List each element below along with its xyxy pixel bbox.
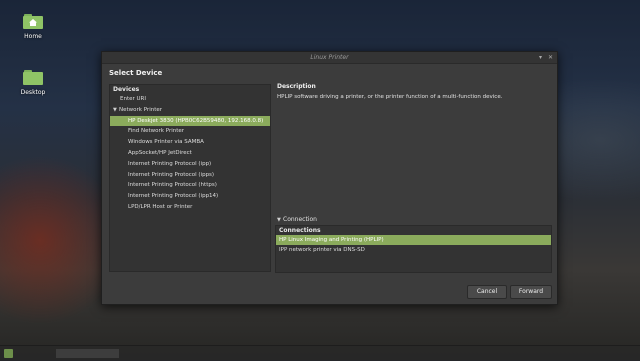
connection-label: HP Linux Imaging and Printing (HPLIP) [279, 237, 384, 243]
forward-button[interactable]: Forward [510, 285, 552, 299]
device-label: AppSocket/HP JetDirect [128, 149, 192, 156]
device-label: Windows Printer via SAMBA [128, 139, 204, 146]
connection-toggle-label: Connection [283, 216, 317, 223]
connections-heading: Connections [279, 227, 321, 234]
description-heading: Description [277, 83, 316, 90]
device-item-ipp[interactable]: Internet Printing Protocol (ipp) [110, 159, 270, 170]
device-item-samba[interactable]: Windows Printer via SAMBA [110, 137, 270, 148]
menu-icon[interactable] [4, 349, 13, 358]
connection-item-hplip[interactable]: HP Linux Imaging and Printing (HPLIP) [276, 235, 551, 245]
device-item-lpd[interactable]: LPD/LPR Host or Printer [110, 202, 270, 213]
desktop-icon-home[interactable]: Home [13, 14, 53, 40]
desktop-icon-label: Home [24, 33, 42, 40]
device-label: Network Printer [119, 106, 163, 113]
device-item-find-network-printer[interactable]: Find Network Printer [110, 126, 270, 137]
connection-expander[interactable]: ▼ Connection [277, 216, 317, 223]
connection-label: IPP network printer via DNS-SD [279, 247, 365, 253]
device-item-enter-uri[interactable]: Enter URI [110, 94, 270, 105]
device-item-https[interactable]: Internet Printing Protocol (https) [110, 180, 270, 191]
page-title: Select Device [109, 69, 163, 77]
device-group-network-printer[interactable]: ▼ Network Printer [110, 105, 270, 116]
device-item-ipp14[interactable]: Internet Printing Protocol (ipp14) [110, 191, 270, 202]
close-icon[interactable]: ✕ [546, 53, 555, 62]
devices-list: Devices Enter URI ▼ Network Printer HP De… [109, 84, 271, 272]
window-titlebar[interactable]: Linux Printer ▾ ✕ [102, 52, 557, 64]
select-device-window: Linux Printer ▾ ✕ Select Device Devices … [101, 51, 558, 305]
taskbar-panel [0, 345, 640, 361]
device-label: HP Deskjet 3830 (HPB0C62B59480, 192.168.… [128, 117, 264, 124]
device-item-appsocket[interactable]: AppSocket/HP JetDirect [110, 148, 270, 159]
device-item-hp-deskjet[interactable]: HP Deskjet 3830 (HPB0C62B59480, 192.168.… [110, 115, 270, 127]
device-label: Internet Printing Protocol (https) [128, 182, 217, 189]
device-label: Find Network Printer [128, 128, 185, 135]
folder-icon [23, 70, 43, 85]
devices-heading: Devices [113, 86, 140, 93]
device-item-ipps[interactable]: Internet Printing Protocol (ipps) [110, 170, 270, 181]
home-folder-icon [23, 14, 43, 29]
taskbar-window-button[interactable] [56, 349, 119, 358]
device-label: Internet Printing Protocol (ipps) [128, 171, 215, 178]
cancel-button[interactable]: Cancel [467, 285, 507, 299]
description-text: HPLIP software driving a printer, or the… [277, 94, 503, 100]
device-label: LPD/LPR Host or Printer [128, 203, 193, 210]
device-label: Enter URI [120, 96, 146, 102]
connections-list: Connections HP Linux Imaging and Printin… [275, 225, 552, 273]
window-title: Linux Printer [310, 54, 349, 61]
connection-item-ipp-dnssd[interactable]: IPP network printer via DNS-SD [276, 245, 551, 255]
desktop-icon-desktop[interactable]: Desktop [13, 70, 53, 96]
desktop-icon-label: Desktop [20, 89, 46, 96]
minimize-icon[interactable]: ▾ [536, 53, 545, 62]
device-label: Internet Printing Protocol (ipp) [128, 160, 212, 167]
device-label: Internet Printing Protocol (ipp14) [128, 193, 219, 200]
clock[interactable] [598, 349, 638, 358]
